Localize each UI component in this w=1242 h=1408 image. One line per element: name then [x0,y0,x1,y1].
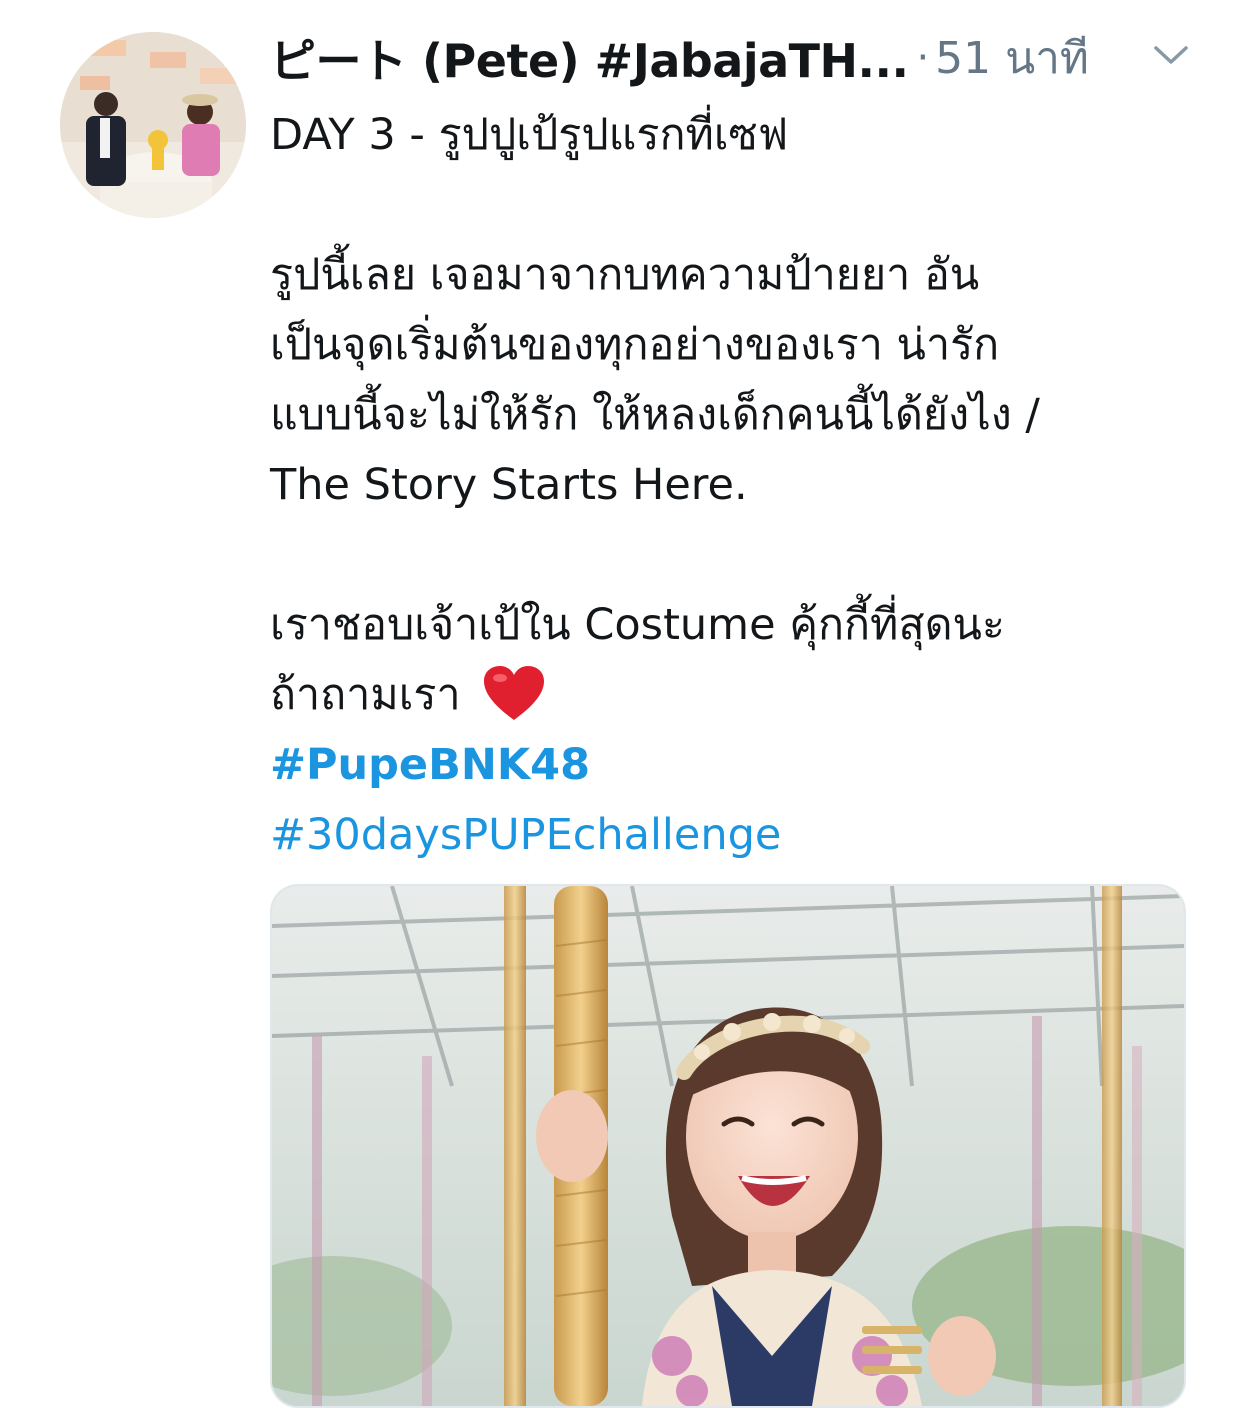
chevron-down-icon[interactable] [1152,40,1190,70]
tweet-header: ピート (Pete) #JabajaTH... · 51 นาที [270,18,1200,98]
avatar[interactable] [60,32,246,218]
tweet-text: DAY 3 - รูปปูเป้รูปแรกที่เซฟ รูปนี้เลย เ… [270,100,1200,870]
tweet-timestamp[interactable]: 51 นาที [935,23,1089,93]
tweet-text-line: The Story Starts Here. [270,460,748,510]
tweet-text-blank [270,520,1200,590]
tweet-text-line: แบบนี้จะไม่ให้รัก ให้หลงเด็กคนนี้ได้ยังไ… [270,390,1040,440]
tweet-text-line: เป็นจุดเริ่มต้นของทุกอย่างของเรา น่ารัก [270,320,1000,370]
tweet-text-line: DAY 3 - รูปปูเป้รูปแรกที่เซฟ [270,110,789,160]
tweet-text-line-with-emoji: ถ้าถามเรา [270,660,1200,730]
tweet-text-line: ถ้าถามเรา [270,670,461,720]
tweet-text-blank [270,170,1200,240]
tweet-text-line: รูปนี้เลย เจอมาจากบทความป้ายยา อัน [270,250,980,300]
hashtag-link[interactable]: #30daysPUPEchallenge [270,800,1200,870]
profile-photo-icon [60,32,246,218]
tweet-media-photo[interactable] [270,884,1186,1408]
tweet-text-line: เราชอบเจ้าเป้ใน Costume คุ้กกี้ที่สุดนะ [270,600,1006,650]
photo-image [272,886,1184,1406]
heart-icon [484,665,545,720]
tweet[interactable]: ピート (Pete) #JabajaTH... · 51 นาที DAY 3 … [0,0,1242,1408]
hashtag-link[interactable]: #PupeBNK48 [270,730,1200,800]
author-display-name[interactable]: ピート (Pete) #JabajaTH... [270,25,908,91]
header-separator: · [916,35,930,81]
